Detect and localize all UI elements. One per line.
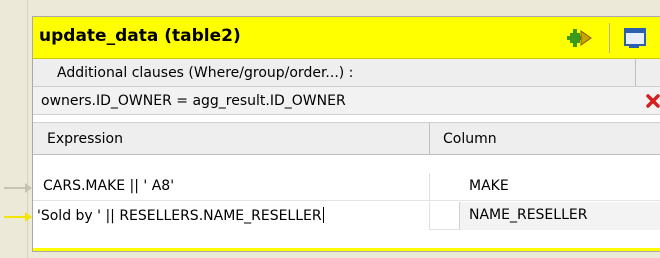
cell-divider	[429, 173, 430, 201]
output-table-panel: update_data (table2) Additional clauses …	[32, 16, 660, 252]
cell-divider	[429, 202, 430, 230]
remove-icon[interactable]	[645, 93, 660, 109]
window-icon[interactable]	[621, 25, 649, 51]
add-output-icon[interactable]	[567, 25, 593, 51]
expression-cell[interactable]: CARS.MAKE || ' A8'	[43, 178, 174, 194]
clause-expression[interactable]: owners.ID_OWNER = agg_result.ID_OWNER	[41, 93, 346, 109]
link-arrow-make	[4, 183, 32, 193]
clauses-header-divider	[635, 59, 636, 86]
title-separator	[609, 23, 610, 53]
expression-editor[interactable]: 'Sold by ' || RESELLERS.NAME_RESELLER	[33, 202, 429, 230]
table-title: update_data (table2)	[39, 26, 241, 46]
section-spacer	[33, 115, 660, 123]
column-cell[interactable]: MAKE	[469, 178, 509, 194]
table-title-bar: update_data (table2)	[33, 17, 660, 59]
clauses-label: Additional clauses (Where/group/order...…	[57, 65, 354, 81]
link-arrow-name-reseller	[4, 212, 32, 222]
clauses-header: Additional clauses (Where/group/order...…	[33, 59, 660, 87]
expression-column-header[interactable]: Expression	[47, 131, 123, 147]
column-header-divider[interactable]	[429, 123, 430, 154]
table-row[interactable]: CARS.MAKE || ' A8' MAKE	[33, 173, 660, 201]
table-footer	[33, 235, 660, 251]
expression-cell[interactable]: 'Sold by ' || RESELLERS.NAME_RESELLER	[37, 207, 324, 224]
text-caret	[322, 207, 324, 223]
column-column-header[interactable]: Column	[443, 131, 497, 147]
columns-header: Expression Column	[33, 123, 660, 155]
column-cell[interactable]: NAME_RESELLER	[469, 207, 587, 223]
table-row[interactable]: 'Sold by ' || RESELLERS.NAME_RESELLER NA…	[33, 202, 660, 230]
clause-row[interactable]: owners.ID_OWNER = agg_result.ID_OWNER	[33, 87, 660, 115]
